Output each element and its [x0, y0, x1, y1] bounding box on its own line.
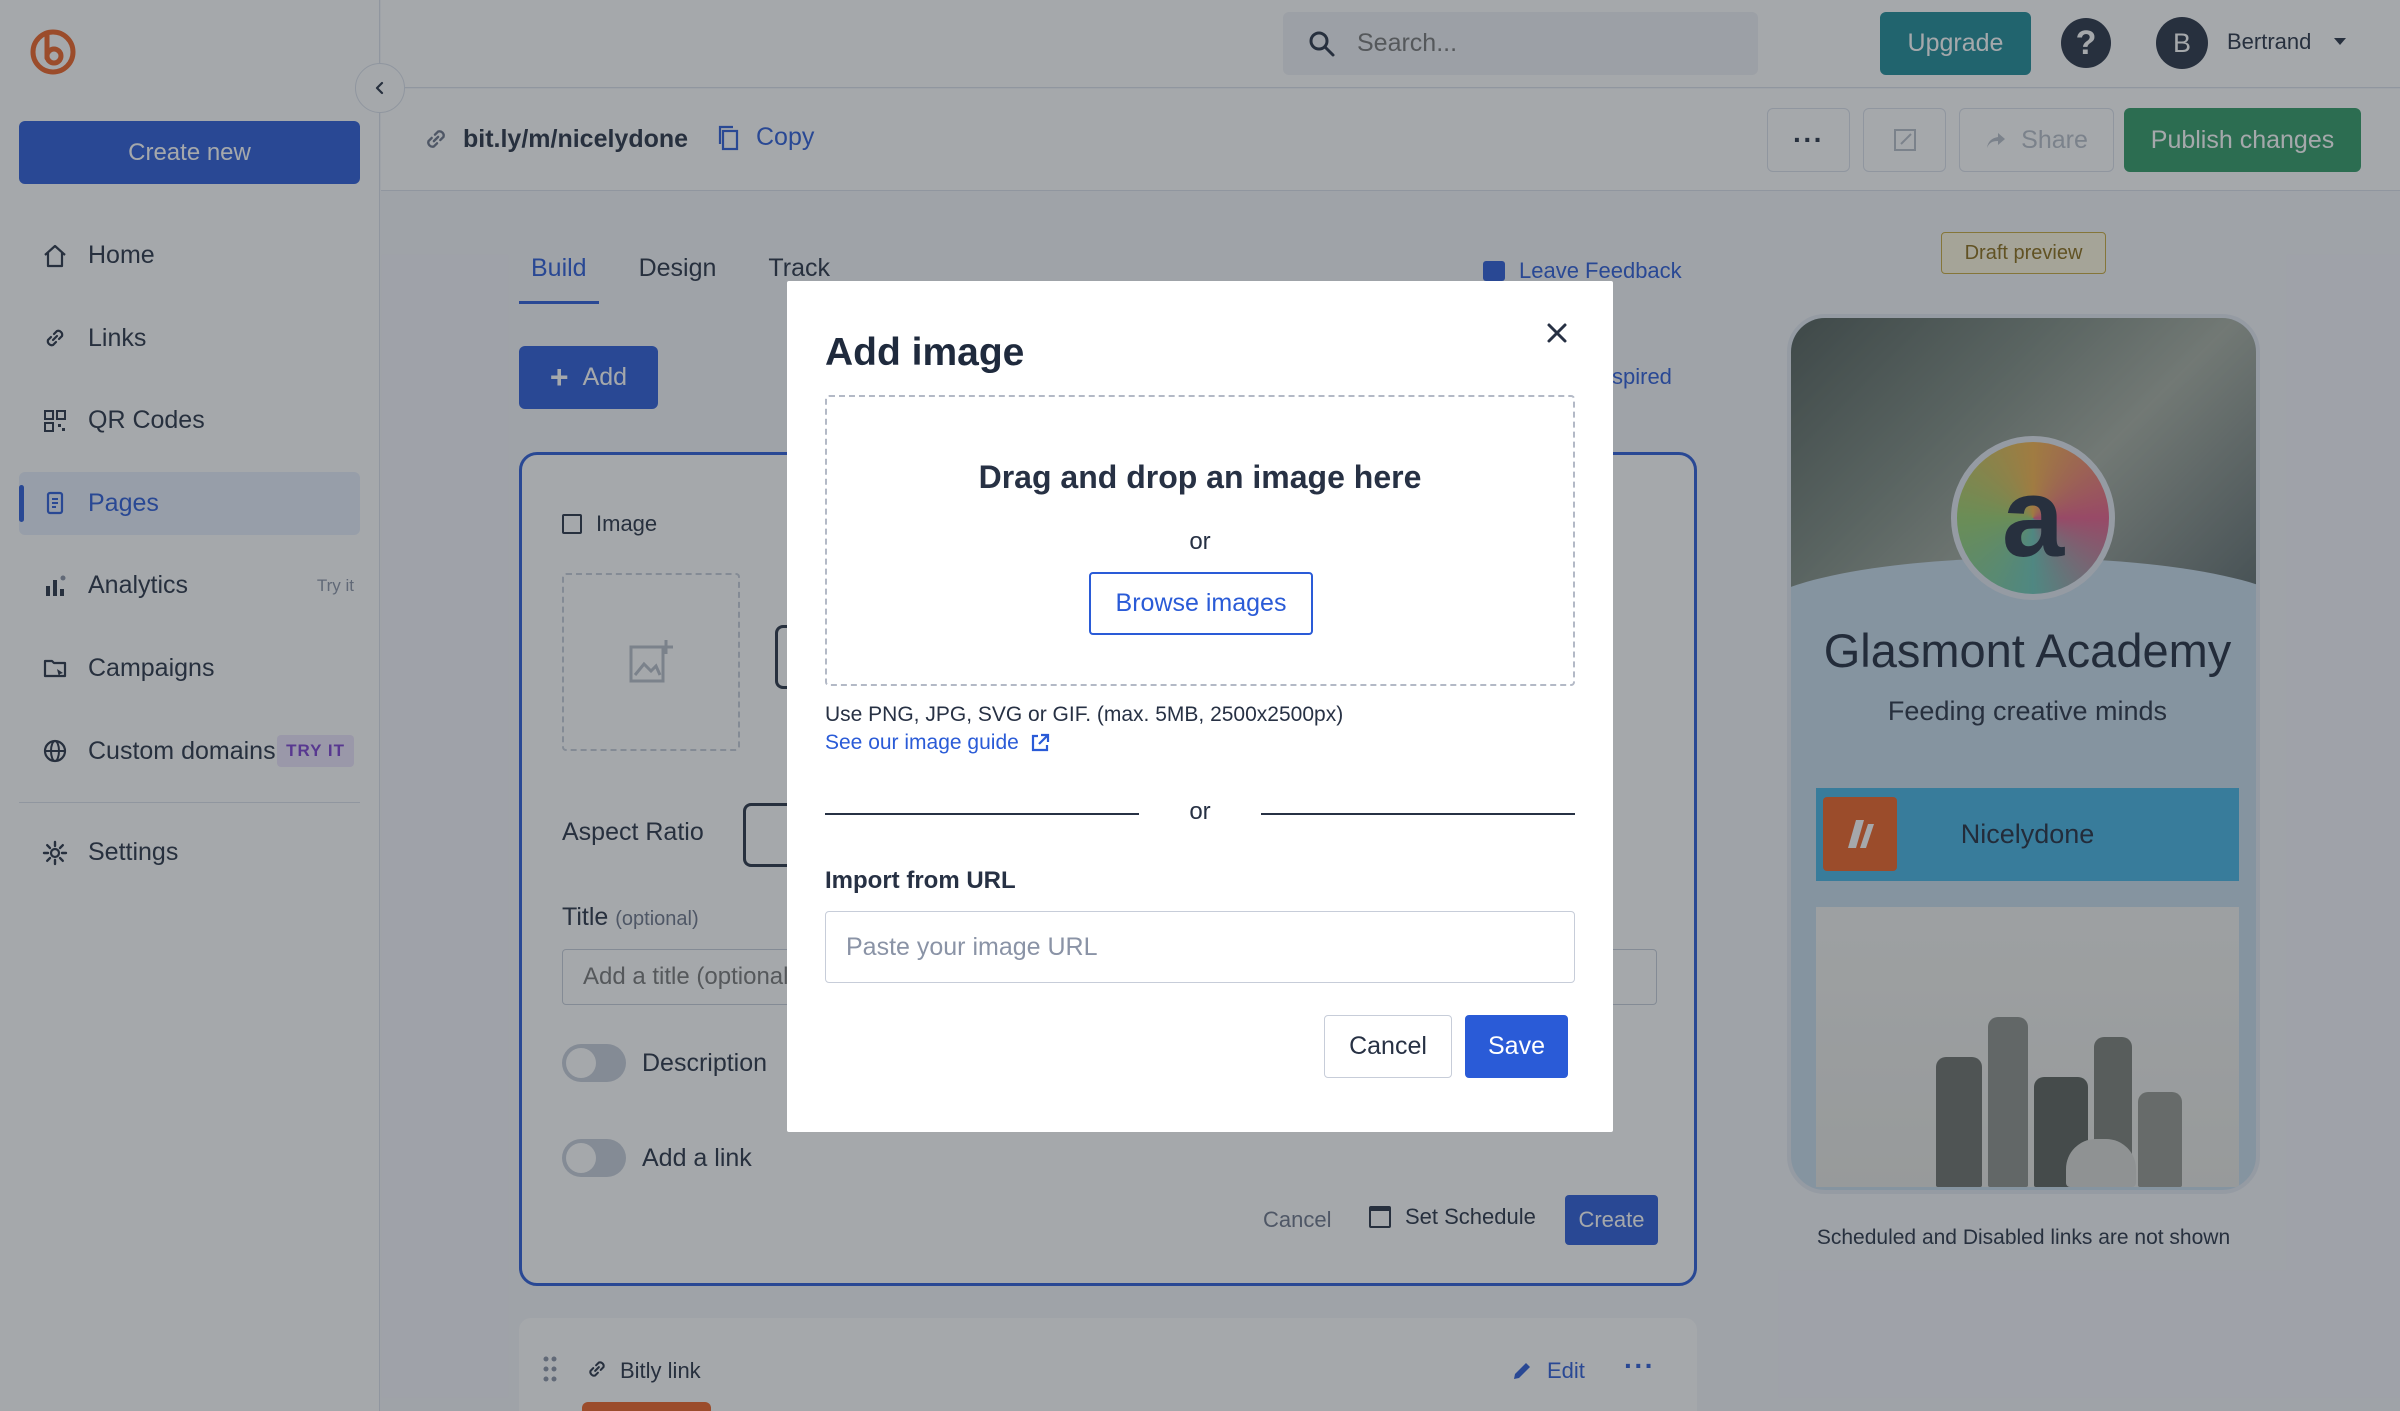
external-link-icon — [1031, 733, 1049, 752]
add-image-dialog: Add image Drag and drop an image here or… — [787, 281, 1613, 1132]
browse-images-button[interactable]: Browse images — [1089, 572, 1313, 635]
image-dropzone[interactable]: Drag and drop an image here or Browse im… — [825, 395, 1575, 686]
file-requirements-hint: Use PNG, JPG, SVG or GIF. (max. 5MB, 250… — [825, 703, 1344, 726]
save-button[interactable]: Save — [1465, 1015, 1568, 1078]
dialog-title: Add image — [825, 331, 1025, 374]
dropzone-or: or — [1189, 528, 1211, 555]
dropzone-title: Drag and drop an image here — [978, 459, 1422, 495]
import-url-label: Import from URL — [825, 867, 1016, 894]
cancel-button[interactable]: Cancel — [1324, 1015, 1452, 1078]
or-text: or — [1189, 798, 1211, 825]
or-divider: or — [825, 798, 1575, 828]
image-guide-label: See our image guide — [825, 731, 1019, 754]
image-guide-link[interactable]: See our image guide — [825, 731, 1051, 755]
image-url-input[interactable] — [825, 911, 1575, 983]
close-icon[interactable] — [1541, 317, 1573, 349]
